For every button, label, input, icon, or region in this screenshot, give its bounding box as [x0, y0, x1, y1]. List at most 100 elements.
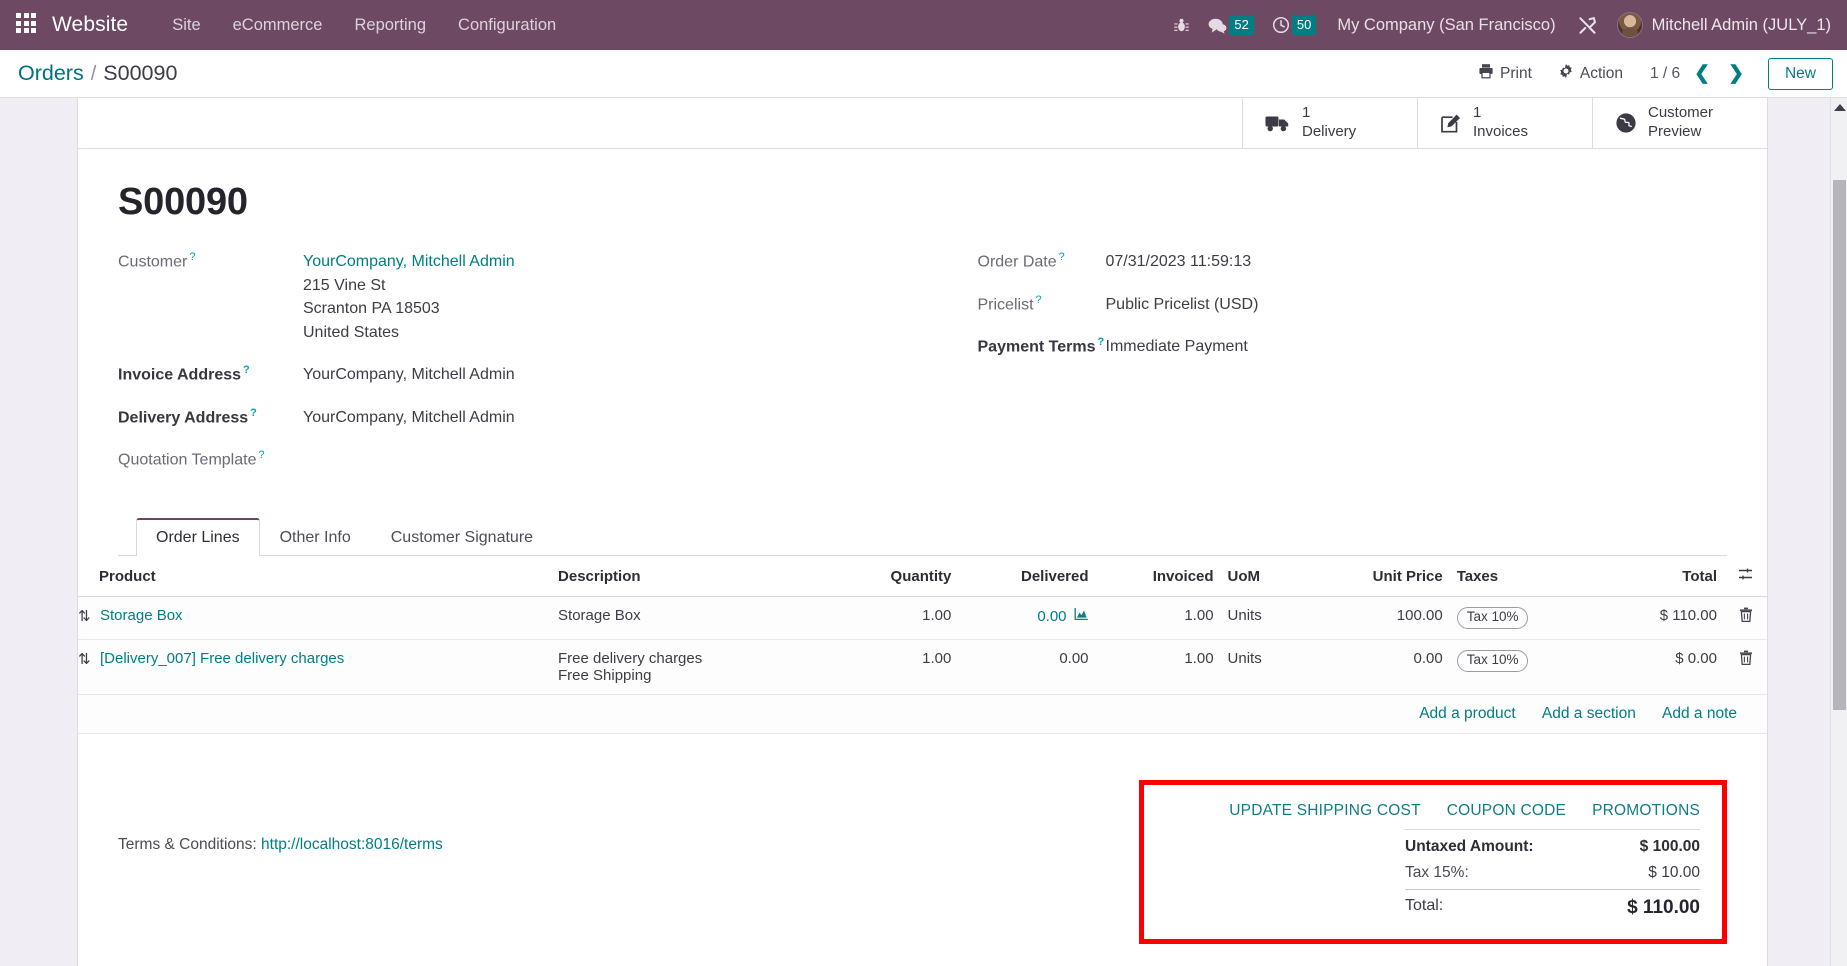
- drag-handle-icon[interactable]: ⇅: [78, 639, 100, 696]
- sheet-container: 1 Delivery 1 Invoices Customer Preview S…: [77, 98, 1768, 966]
- cell-product[interactable]: Storage Box: [100, 596, 559, 641]
- pencil-square-icon: [1440, 113, 1462, 134]
- help-icon[interactable]: ?: [189, 251, 195, 263]
- terms-url-link[interactable]: http://localhost:8016/terms: [261, 836, 443, 853]
- cell-description[interactable]: Free delivery charges Free Shipping: [558, 639, 835, 696]
- scrollbar-thumb[interactable]: [1833, 180, 1846, 710]
- new-button[interactable]: New: [1767, 57, 1833, 90]
- terms-label: Terms & Conditions:: [118, 836, 257, 854]
- column-header-invoiced[interactable]: Invoiced: [1096, 556, 1222, 598]
- help-icon[interactable]: ?: [258, 449, 264, 461]
- company-switcher[interactable]: My Company (San Francisco): [1325, 16, 1567, 35]
- smart-button-invoices[interactable]: 1 Invoices: [1417, 98, 1592, 148]
- table-row[interactable]: ⇅ [Delivery_007] Free delivery charges F…: [78, 639, 1767, 696]
- column-options-icon[interactable]: [1725, 556, 1767, 598]
- field-pricelist: Pricelist? Public Pricelist (USD): [978, 293, 1728, 317]
- field-invoice-address-value[interactable]: YourCompany, Mitchell Admin: [303, 363, 515, 387]
- help-icon[interactable]: ?: [243, 364, 250, 376]
- field-delivery-address-value[interactable]: YourCompany, Mitchell Admin: [303, 406, 515, 430]
- wrench-screwdriver-icon[interactable]: [1568, 15, 1607, 36]
- record-title: S00090: [118, 181, 248, 223]
- column-header-delivered[interactable]: Delivered: [959, 556, 1097, 598]
- smart-button-delivery[interactable]: 1 Delivery: [1242, 98, 1417, 148]
- total-untaxed-amount-label: Untaxed Amount:: [1405, 838, 1534, 856]
- form-sheet: 1 Delivery 1 Invoices Customer Preview S…: [77, 98, 1768, 966]
- drag-handle-icon[interactable]: ⇅: [78, 596, 100, 641]
- help-icon[interactable]: ?: [250, 407, 257, 419]
- menu-item-ecommerce[interactable]: eCommerce: [217, 10, 339, 41]
- cell-description-sub: Free Shipping: [558, 667, 652, 685]
- cell-product[interactable]: [Delivery_007] Free delivery charges: [100, 639, 559, 696]
- cell-taxes[interactable]: Tax 10%: [1450, 639, 1607, 696]
- scroll-up-arrow-icon[interactable]: [1834, 104, 1846, 111]
- tab-other-info[interactable]: Other Info: [260, 518, 371, 556]
- activities-clock-icon[interactable]: 50: [1263, 15, 1325, 35]
- table-row[interactable]: ⇅ Storage Box Storage Box 1.00 0.00 1.00…: [78, 596, 1767, 641]
- cell-delivered[interactable]: 0.00: [959, 596, 1097, 641]
- column-header-unit-price[interactable]: Unit Price: [1309, 556, 1451, 598]
- action-button[interactable]: Action: [1545, 58, 1636, 89]
- field-payment-terms-value[interactable]: Immediate Payment: [1106, 335, 1248, 359]
- cell-invoiced[interactable]: 1.00: [1096, 596, 1222, 641]
- promotions-link[interactable]: PROMOTIONS: [1592, 802, 1700, 820]
- tab-order-lines[interactable]: Order Lines: [136, 518, 260, 557]
- order-lines-body: ⇅ Storage Box Storage Box 1.00 0.00 1.00…: [78, 596, 1767, 735]
- print-button[interactable]: Print: [1465, 58, 1545, 89]
- delete-line-button[interactable]: [1725, 596, 1767, 641]
- update-shipping-cost-link[interactable]: UPDATE SHIPPING COST: [1229, 802, 1420, 820]
- menu-item-reporting[interactable]: Reporting: [338, 10, 442, 41]
- cell-delivered[interactable]: 0.00: [959, 639, 1097, 696]
- user-menu[interactable]: Mitchell Admin (JULY_1): [1607, 12, 1835, 38]
- app-brand-website[interactable]: Website: [52, 13, 128, 37]
- messages-icon[interactable]: 52: [1199, 15, 1262, 35]
- cell-unit-price[interactable]: 100.00: [1309, 596, 1451, 641]
- field-payment-terms-label: Payment Terms?: [977, 336, 1105, 356]
- trash-icon[interactable]: [1735, 608, 1753, 626]
- coupon-code-link[interactable]: COUPON CODE: [1447, 802, 1566, 820]
- smart-button-delivery-label: Delivery: [1302, 123, 1357, 140]
- cell-quantity[interactable]: 1.00: [834, 596, 960, 641]
- menu-item-configuration[interactable]: Configuration: [442, 10, 572, 41]
- cell-taxes[interactable]: Tax 10%: [1450, 596, 1607, 641]
- column-header-total[interactable]: Total: [1606, 556, 1725, 598]
- area-chart-icon[interactable]: [1074, 607, 1089, 625]
- field-customer-value: YourCompany, Mitchell Admin 215 Vine St …: [303, 250, 515, 344]
- tab-customer-signature[interactable]: Customer Signature: [371, 518, 553, 556]
- column-header-product[interactable]: Product: [78, 556, 559, 598]
- menu-item-site[interactable]: Site: [156, 10, 216, 41]
- customer-link[interactable]: YourCompany, Mitchell Admin: [303, 253, 515, 270]
- cell-uom[interactable]: Units: [1221, 639, 1310, 696]
- bug-icon[interactable]: [1164, 17, 1199, 34]
- chevron-right-icon[interactable]: ❯: [1724, 64, 1748, 83]
- add-a-note-link[interactable]: Add a note: [1662, 705, 1737, 722]
- cell-description[interactable]: Storage Box: [558, 596, 835, 641]
- breadcrumb-orders[interactable]: Orders: [18, 61, 84, 86]
- column-header-quantity[interactable]: Quantity: [834, 556, 960, 598]
- cell-unit-price[interactable]: 0.00: [1309, 639, 1451, 696]
- smart-button-customer-preview-text: Customer Preview: [1648, 104, 1713, 142]
- field-customer-label: Customer?: [118, 251, 196, 271]
- column-header-taxes[interactable]: Taxes: [1450, 556, 1607, 598]
- help-icon[interactable]: ?: [1036, 294, 1042, 306]
- add-a-product-link[interactable]: Add a product: [1419, 705, 1516, 722]
- smart-button-customer-preview[interactable]: Customer Preview: [1592, 98, 1767, 148]
- pager-count: 1 / 6: [1649, 64, 1681, 82]
- chevron-left-icon[interactable]: ❮: [1690, 64, 1714, 83]
- help-icon[interactable]: ?: [1059, 251, 1065, 263]
- column-header-uom[interactable]: UoM: [1221, 556, 1310, 598]
- control-panel-actions: Print Action 1 / 6 ❮ ❯ New: [1465, 57, 1833, 90]
- delete-line-button[interactable]: [1725, 639, 1767, 696]
- truck-icon: [1265, 113, 1291, 133]
- trash-icon[interactable]: [1735, 650, 1753, 669]
- column-header-description[interactable]: Description: [558, 556, 835, 598]
- cell-uom[interactable]: Units: [1221, 596, 1310, 641]
- apps-grid-icon[interactable]: [16, 13, 40, 37]
- field-pricelist-value[interactable]: Public Pricelist (USD): [1106, 293, 1259, 317]
- cell-invoiced[interactable]: 1.00: [1096, 639, 1222, 696]
- action-label: Action: [1579, 64, 1623, 82]
- field-order-date-value[interactable]: 07/31/2023 11:59:13: [1106, 250, 1252, 274]
- vertical-scrollbar[interactable]: [1830, 98, 1847, 966]
- add-a-section-link[interactable]: Add a section: [1542, 705, 1636, 722]
- help-icon[interactable]: ?: [1097, 336, 1104, 348]
- cell-quantity[interactable]: 1.00: [834, 639, 960, 696]
